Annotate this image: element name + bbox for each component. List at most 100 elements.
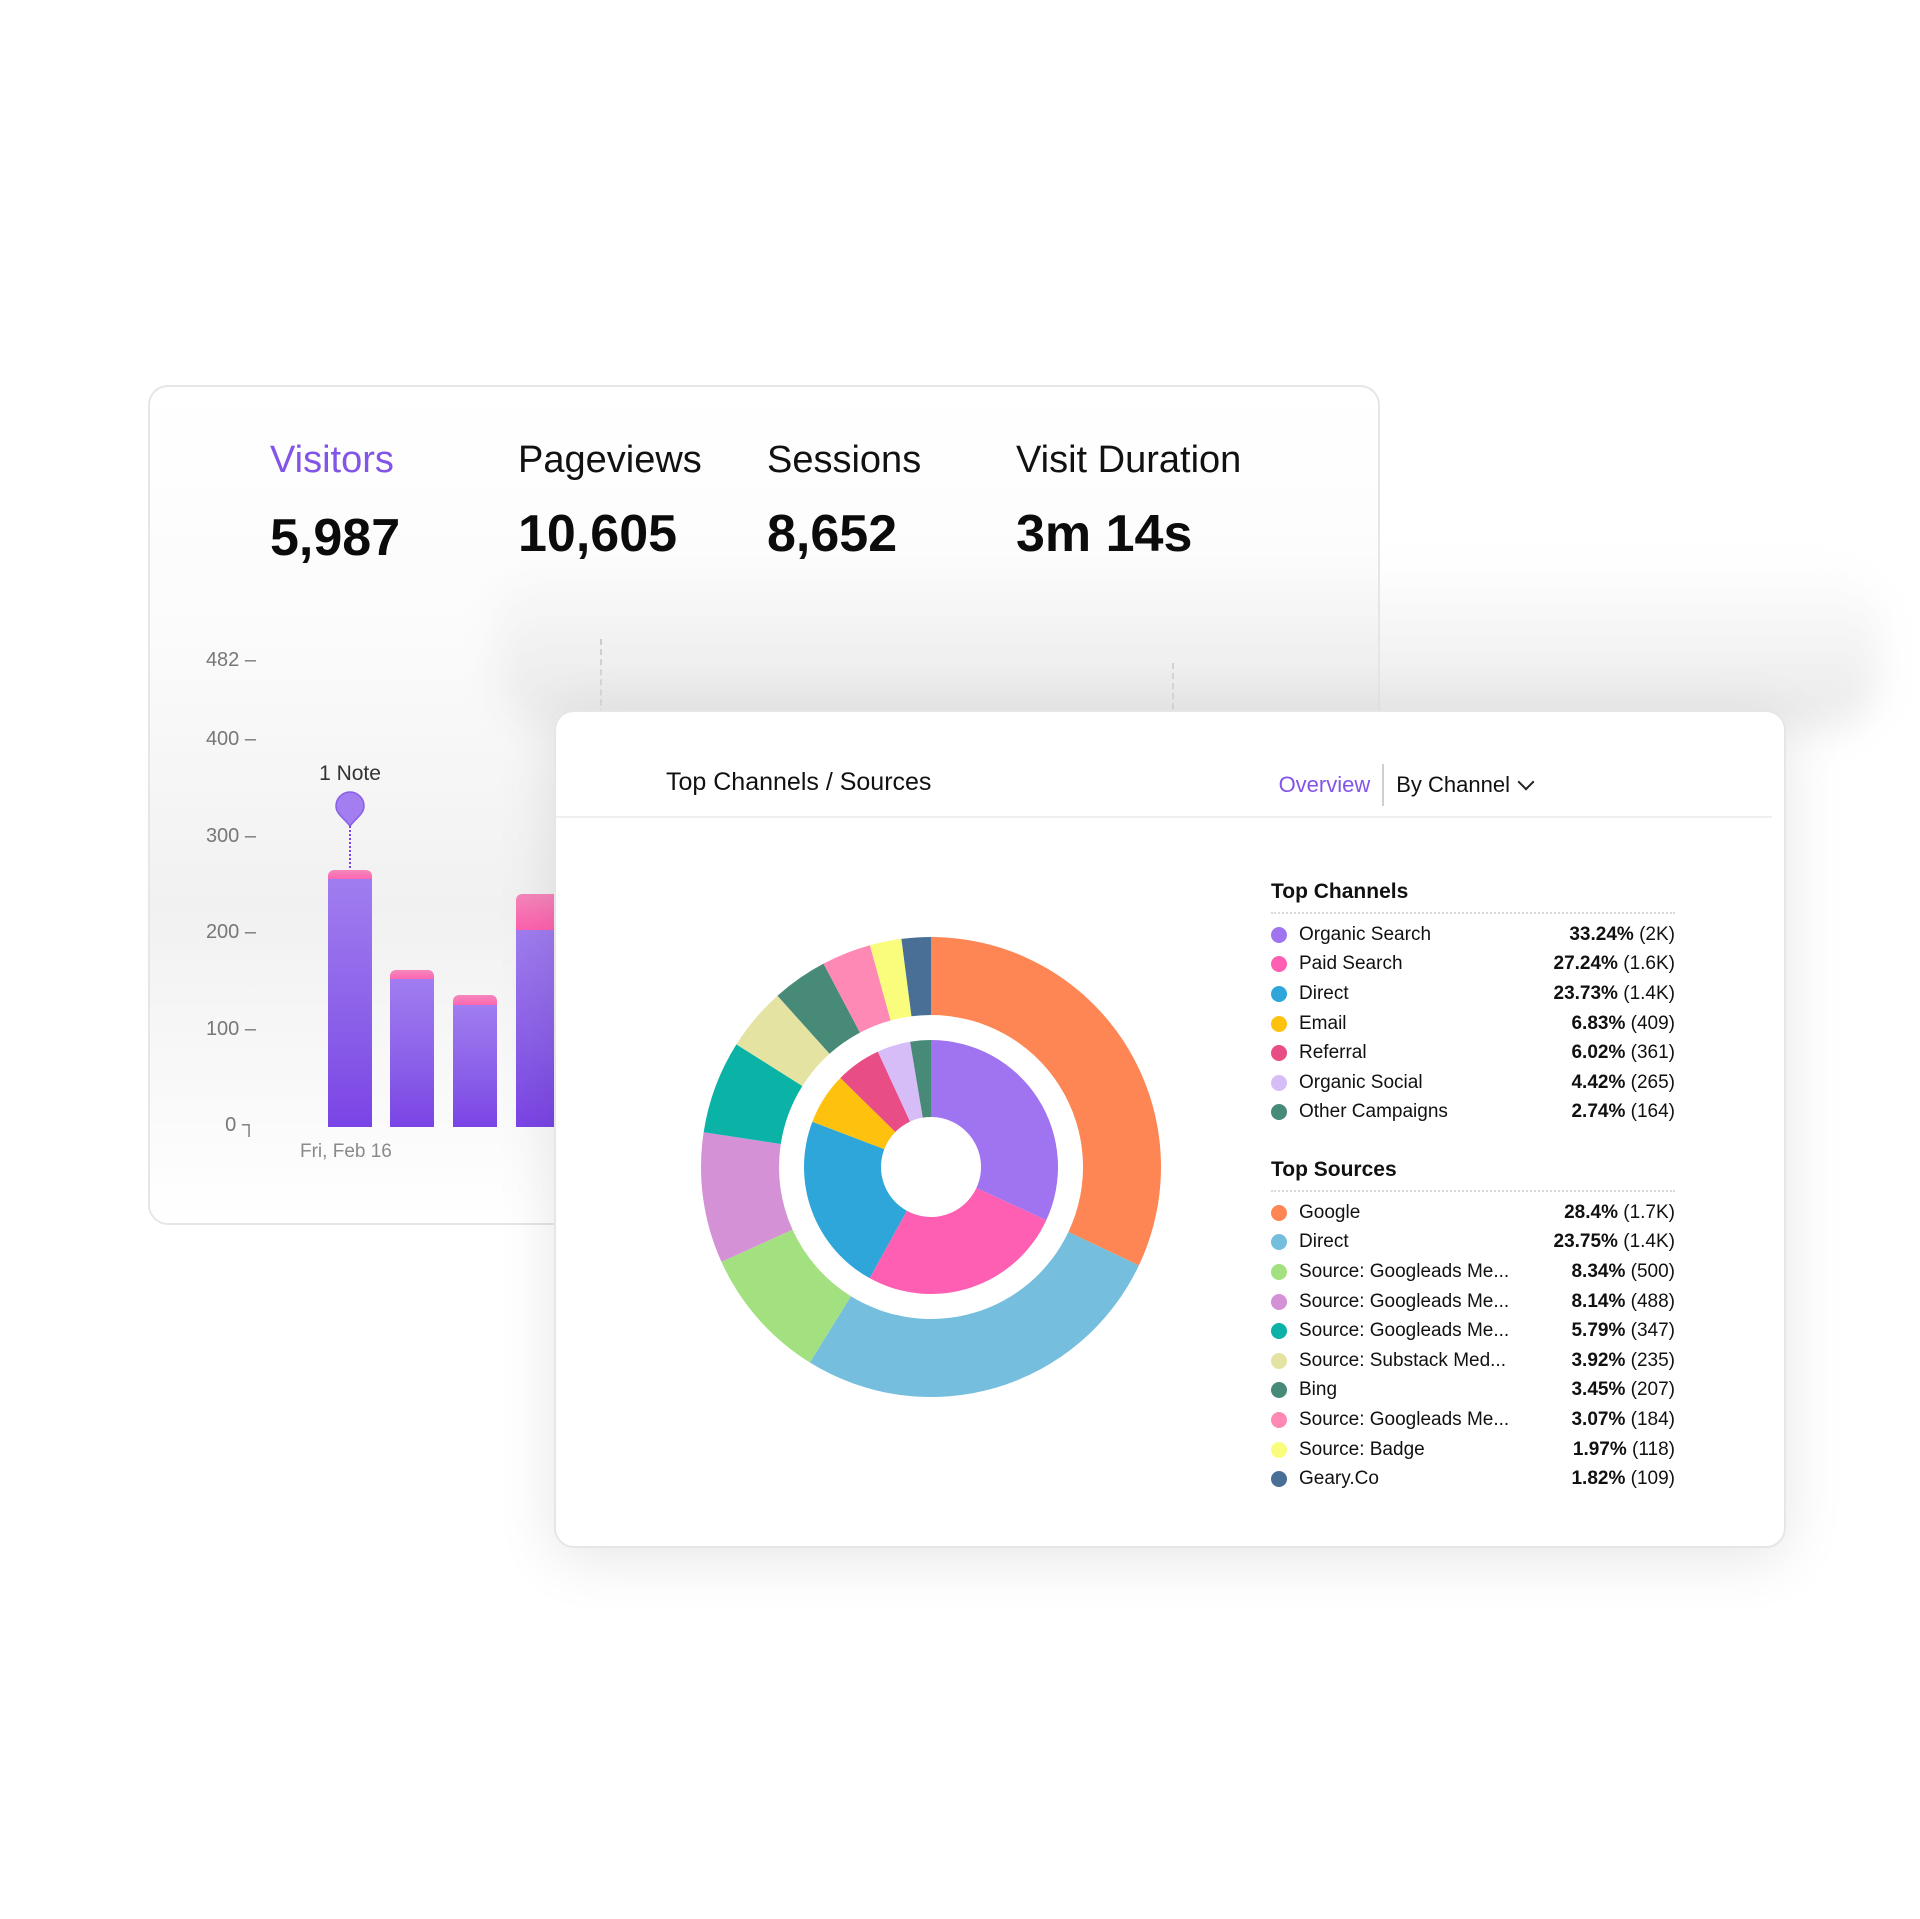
legend-title: Top Sources [1271,1158,1397,1181]
legend-color-dot-icon [1271,1263,1287,1280]
metric-value: 5,987 [270,509,401,567]
by-channel-dropdown[interactable]: By Channel [1384,772,1535,798]
legend-label: Organic Social [1299,1071,1423,1093]
legend-top-sources: Top Sources Google 28.4% (1.7K) Direct 23.7… [1271,1158,1675,1494]
metric-sessions[interactable]: Sessions 8,652 [767,439,921,564]
legend-color-dot-icon [1271,1074,1287,1091]
legend-item[interactable]: Organic Social 4.42% (265) [1271,1068,1675,1098]
bar[interactable] [453,994,497,1127]
legend-color-dot-icon [1271,1382,1287,1399]
legend-count: (488) [1630,1290,1675,1312]
legend-item[interactable]: Other Campaigns 2.74% (164) [1271,1098,1675,1128]
legend-label: Email [1299,1012,1347,1034]
legend-value: 8.34% (500) [1571,1261,1675,1283]
legend-count: (184) [1630,1408,1675,1430]
legend-percent: 3.45% [1571,1379,1626,1401]
top-channels-sources-card: Top Channels / Sources Overview By Chann… [554,710,1786,1548]
legend-color-dot-icon [1271,1204,1287,1221]
legend-item[interactable]: Source: Badge 1.97% (118) [1271,1435,1675,1465]
legend-value: 1.82% (109) [1571,1468,1675,1490]
legend-color-dot-icon [1271,1045,1287,1062]
legend-item[interactable]: Source: Googleads Me... 8.14% (488) [1271,1287,1675,1317]
legend-percent: 1.97% [1572,1438,1627,1460]
legend-value: 6.02% (361) [1571,1042,1675,1064]
legend-count: (1.6K) [1623,953,1675,975]
legend-percent: 6.83% [1571,1012,1626,1034]
legend-count: (1.4K) [1623,982,1675,1004]
metric-value: 3m 14s [1016,505,1193,563]
dropdown-label: By Channel [1396,772,1510,797]
donut-slice-channel[interactable] [931,1040,1058,1221]
legend-item[interactable]: Referral 6.02% (361) [1271,1038,1675,1068]
legend-value: 5.79% (347) [1571,1320,1675,1342]
y-axis-tick-label: 400 – [205,728,256,750]
legend-item[interactable]: Source: Googleads Me... 8.34% (500) [1271,1257,1675,1287]
legend-item[interactable]: Direct 23.73% (1.4K) [1271,979,1675,1009]
legend-item[interactable]: Source: Googleads Me... 5.79% (347) [1271,1316,1675,1346]
legend-percent: 4.42% [1571,1071,1626,1093]
legend-color-dot-icon [1271,1104,1287,1121]
legend-value: 8.14% (488) [1571,1291,1675,1313]
legend-color-dot-icon [1271,1411,1287,1428]
legend-item[interactable]: Geary.Co 1.82% (109) [1271,1464,1675,1494]
channels-sources-donut-chart [701,937,1161,1397]
legend-separator [1271,912,1675,914]
metric-label: Sessions [767,439,922,481]
legend-color-dot-icon [1271,1441,1287,1458]
metric-label: Visit Duration [1016,439,1242,481]
y-axis-tick-label: 300 – [205,824,256,847]
legend-label: Direct [1299,1231,1349,1253]
legend-item[interactable]: Email 6.83% (409) [1271,1009,1675,1039]
metric-value: 10,605 [518,505,678,563]
bar[interactable] [390,969,434,1127]
legend-value: 23.73% (1.4K) [1554,983,1675,1005]
panel-shadow [500,560,1880,730]
legend-label: Source: Substack Med... [1299,1349,1506,1371]
legend-item[interactable]: Bing 3.45% (207) [1271,1376,1675,1406]
note-label: 1 Note [319,762,381,785]
legend-label: Source: Googleads Me... [1299,1290,1510,1312]
legend-percent: 28.4% [1564,1201,1618,1223]
legend-color-dot-icon [1271,1323,1287,1340]
x-axis-label: Fri, Feb 16 [300,1141,392,1162]
legend-count: (109) [1630,1468,1675,1490]
metric-label: Visitors [270,439,394,481]
legend-label: Bing [1299,1379,1338,1401]
legend-percent: 2.74% [1571,1101,1626,1123]
bar[interactable] [328,870,372,1127]
legend-color-dot-icon [1271,956,1287,973]
y-axis-tick-label: 100 – [205,1017,256,1040]
legend-percent: 6.02% [1571,1042,1626,1064]
legend-item[interactable]: Organic Search 33.24% (2K) [1271,920,1675,950]
legend-count: (1.7K) [1623,1201,1675,1223]
legend-percent: 1.82% [1571,1468,1626,1490]
legend-count: (500) [1630,1260,1675,1282]
legend-label: Referral [1299,1042,1367,1064]
tab-overview[interactable]: Overview [1279,772,1383,798]
legend-item[interactable]: Google 28.4% (1.7K) [1271,1198,1675,1228]
legend-label: Source: Badge [1299,1438,1425,1460]
legend-item[interactable]: Source: Googleads Me... 3.07% (184) [1271,1405,1675,1435]
header-divider [556,816,1772,818]
legend-value: 3.07% (184) [1571,1409,1675,1431]
legend-item[interactable]: Paid Search 27.24% (1.6K) [1271,950,1675,980]
legend-label: Direct [1299,982,1349,1004]
bar-segment-base [390,979,434,1127]
metric-pageviews[interactable]: Pageviews 10,605 [518,439,702,564]
legend-value: 4.42% (265) [1571,1072,1675,1094]
legend-value: 2.74% (164) [1571,1101,1675,1123]
note-pin-icon[interactable] [330,790,370,870]
legend-count: (265) [1630,1071,1675,1093]
metric-visit-duration[interactable]: Visit Duration 3m 14s [1016,439,1241,564]
chevron-down-icon [1517,773,1535,791]
metric-visitors[interactable]: Visitors 5,987 [270,439,400,568]
legend-percent: 8.14% [1571,1290,1626,1312]
legend-label: Other Campaigns [1299,1101,1448,1123]
legend-item[interactable]: Source: Substack Med... 3.92% (235) [1271,1346,1675,1376]
legend-label: Google [1299,1201,1361,1223]
legend-value: 33.24% (2K) [1569,924,1675,946]
legend-top-channels: Top Channels Organic Search 33.24% (2K) Pa… [1271,880,1675,1127]
legend-item[interactable]: Direct 23.75% (1.4K) [1271,1228,1675,1258]
legend-percent: 8.34% [1571,1260,1626,1282]
legend-title: Top Channels [1271,880,1409,903]
